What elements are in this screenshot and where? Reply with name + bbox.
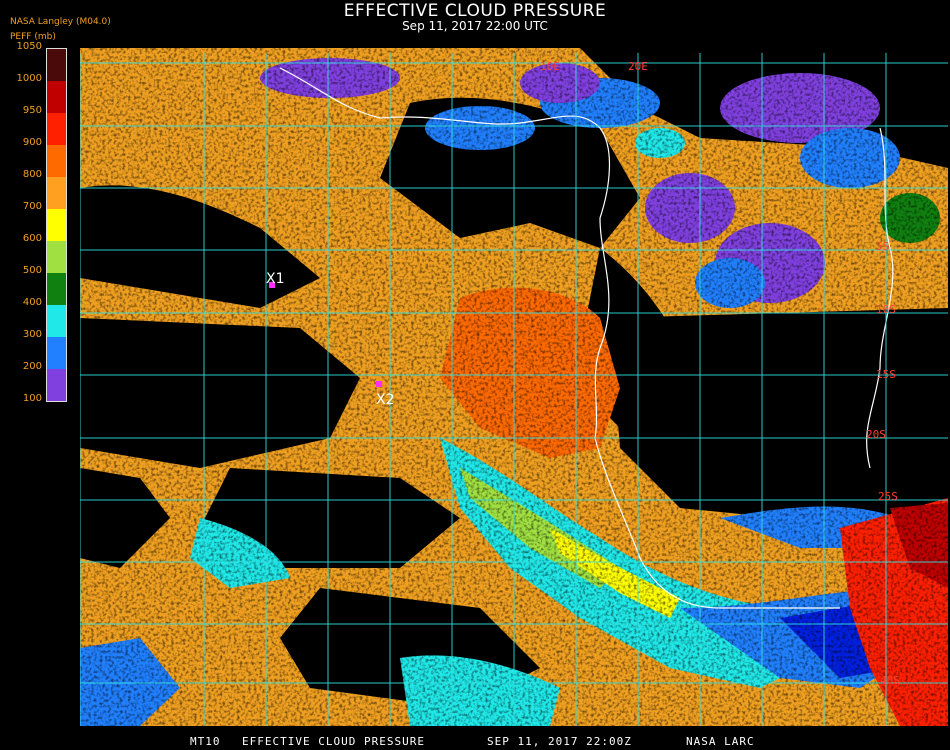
legend-swatch-5: [47, 209, 66, 241]
footer-date: SEP 11, 2017 22:00Z: [487, 735, 632, 748]
legend-tick: 100: [22, 393, 42, 404]
legend-swatch-6: [47, 241, 66, 273]
lat-label: 20S: [866, 428, 886, 441]
legend-tick: 600: [22, 233, 42, 244]
lon-label: 10E: [540, 60, 560, 73]
marker-x2-dot: [376, 381, 382, 387]
marker-x1-label: X1: [266, 271, 285, 287]
legend-swatch-7: [47, 273, 66, 305]
lat-label: 5S: [876, 240, 889, 253]
legend-swatch-1: [47, 81, 66, 113]
legend-tick: 500: [22, 265, 42, 276]
legend-tick: 200: [22, 361, 42, 372]
legend-tick: 1000: [16, 73, 42, 84]
org-label: NASA Langley (M04.0): [10, 17, 111, 27]
legend-swatch-3: [47, 145, 66, 177]
legend-tick: 900: [22, 137, 42, 148]
chart-subtitle: Sep 11, 2017 22:00 UTC: [402, 19, 548, 33]
legend-swatch-8: [47, 305, 66, 337]
legend-tick: 300: [22, 329, 42, 340]
legend-tick: 1050: [16, 41, 42, 52]
lat-label: 10S: [876, 303, 896, 316]
legend-swatch-10: [47, 369, 66, 401]
color-legend: [46, 48, 67, 402]
footer-source: NASA LARC: [686, 735, 755, 748]
lat-label: 40S: [880, 674, 900, 687]
legend-tick: 700: [22, 201, 42, 212]
marker-x1[interactable]: X1: [266, 271, 285, 288]
footer-name: EFFECTIVE CLOUD PRESSURE: [242, 735, 425, 748]
legend-tick: 400: [22, 297, 42, 308]
legend-tick: 950: [22, 105, 42, 116]
legend-swatch-0: [47, 49, 66, 81]
lon-label: 20E: [628, 60, 648, 73]
footer-product: MT10: [190, 735, 221, 748]
satellite-map[interactable]: 10E 20E 5S 10S 15S 20S 25S 40S X1 X2: [80, 48, 948, 726]
legend-swatch-9: [47, 337, 66, 369]
chart-title: EFFECTIVE CLOUD PRESSURE: [343, 1, 607, 21]
legend-swatch-4: [47, 177, 66, 209]
legend-swatch-2: [47, 113, 66, 145]
legend-tick: 800: [22, 169, 42, 180]
lat-label: 25S: [878, 490, 898, 503]
lat-label: 15S: [876, 368, 896, 381]
marker-x2-label: X2: [376, 392, 395, 408]
